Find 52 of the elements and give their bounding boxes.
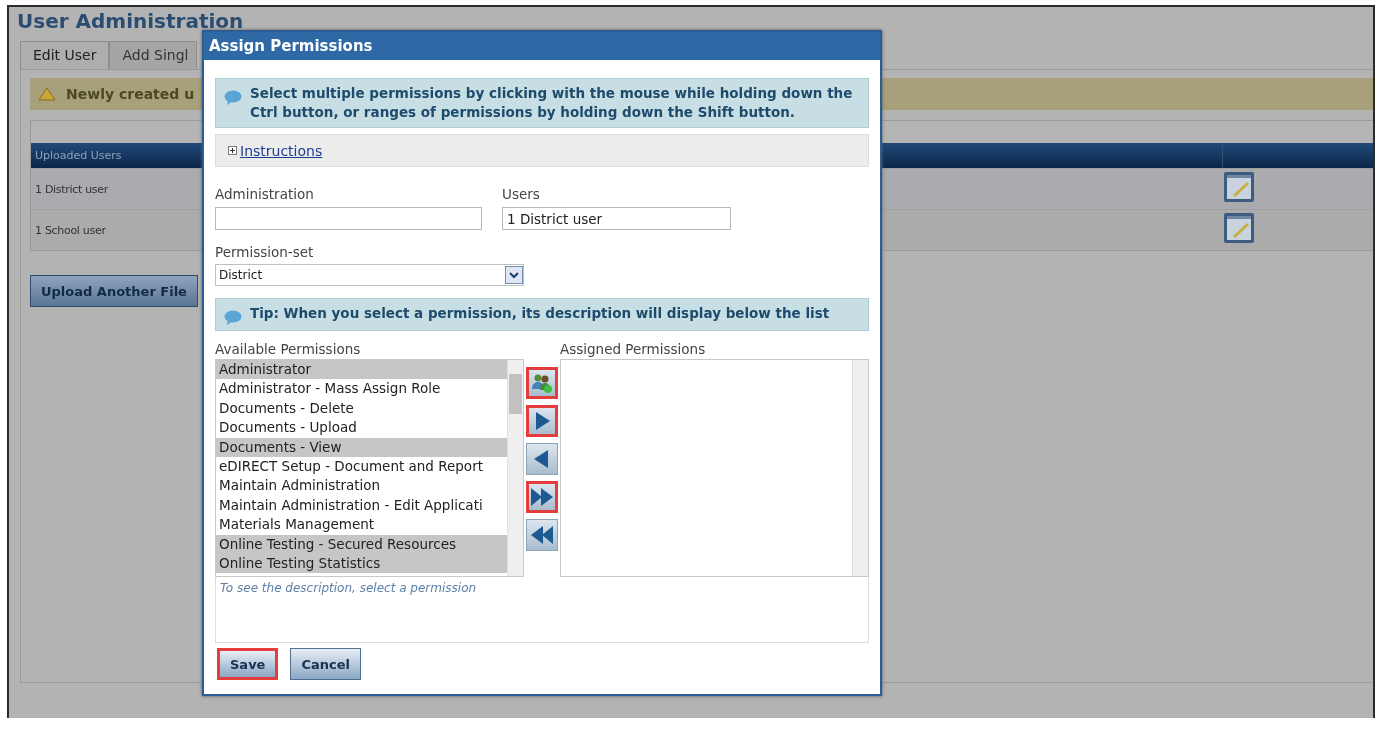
- page-title: User Administration: [17, 10, 244, 34]
- dialog-button[interactable]: Cancel: [290, 648, 361, 680]
- scrollbar[interactable]: [852, 360, 868, 576]
- dialog-title: Assign Permissions: [204, 32, 880, 60]
- tip-text: Tip: When you select a permission, its description will display below the list: [250, 304, 830, 323]
- list-item[interactable]: Documents - Delete: [216, 398, 507, 419]
- permission-list[interactable]: [215, 359, 524, 577]
- double-right-arrow-icon: [529, 486, 555, 508]
- double-left-arrow-button[interactable]: [526, 519, 558, 551]
- field-label: Permission-set: [215, 244, 315, 262]
- info-text: Select multiple permissions by clicking with the mouse while holding down the Ctrl button, or ranges of permissions by holding down the Shift button.: [250, 84, 854, 122]
- double-left-arrow-icon: [529, 524, 555, 546]
- list-item[interactable]: Materials Management: [216, 515, 507, 535]
- list-item[interactable]: Administrator - Mass Assign Role: [216, 379, 507, 399]
- double-right-arrow-button[interactable]: [526, 481, 558, 513]
- dialog-button[interactable]: Save: [217, 648, 279, 680]
- list-item[interactable]: Maintain Administration: [216, 476, 507, 496]
- list-item[interactable]: Maintain Administration - Edit Applicati: [216, 495, 507, 516]
- column-header: Uploaded Users: [34, 148, 122, 164]
- speech-bubble-icon: [224, 310, 242, 325]
- expand-icon[interactable]: [228, 146, 237, 155]
- field-label: Users: [502, 186, 541, 204]
- table-cell-text: 1 School user: [34, 223, 106, 237]
- tab[interactable]: Edit User: [20, 41, 110, 69]
- warning-icon: [38, 87, 56, 101]
- list-item[interactable]: Documents - Upload: [216, 418, 507, 438]
- scrollbar[interactable]: [507, 360, 523, 576]
- instructions-link[interactable]: Instructions: [240, 142, 323, 159]
- table-cell-text: 1 District user: [34, 182, 108, 196]
- dropdown-caret-icon[interactable]: [505, 266, 523, 284]
- list-item[interactable]: Administrator: [216, 360, 507, 380]
- list-item[interactable]: Online Testing - Secured Resources: [216, 534, 507, 554]
- alert-message: Newly created u: [66, 86, 195, 102]
- speech-bubble-icon: [224, 90, 242, 105]
- right-arrow-button[interactable]: [526, 405, 558, 437]
- dropdown[interactable]: District: [215, 264, 524, 286]
- list-label: Available Permissions: [215, 341, 362, 359]
- upload-another-file-button[interactable]: Upload Another File: [30, 275, 198, 307]
- tab[interactable]: Add Singl: [109, 41, 198, 69]
- field-label: Administration: [215, 186, 315, 204]
- description-text: To see the description, select a permission: [215, 577, 869, 643]
- users-add-button[interactable]: [526, 367, 558, 399]
- left-arrow-button[interactable]: [526, 443, 558, 475]
- edit-icon[interactable]: [1223, 171, 1255, 203]
- list-label: Assigned Permissions: [560, 341, 707, 359]
- input-field[interactable]: [215, 207, 482, 230]
- list-item[interactable]: eDIRECT Setup - Document and Report: [216, 456, 507, 477]
- users-add-icon: [531, 372, 553, 394]
- list-item[interactable]: Documents - View: [216, 437, 507, 457]
- edit-icon[interactable]: [1223, 212, 1255, 244]
- input-field[interactable]: 1 District user: [502, 207, 731, 230]
- list-item[interactable]: Online Testing Statistics: [216, 553, 507, 574]
